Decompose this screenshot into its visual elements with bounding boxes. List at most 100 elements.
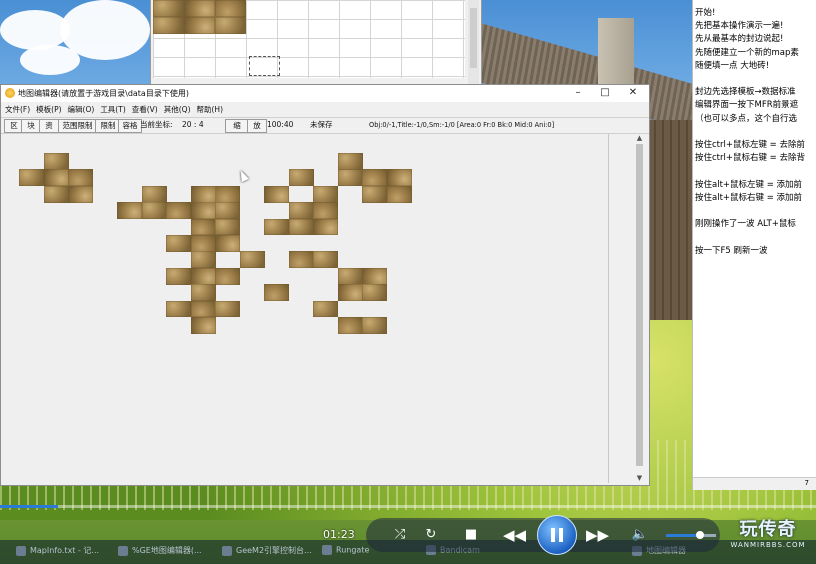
map-tile[interactable] bbox=[264, 218, 289, 236]
map-tile[interactable] bbox=[43, 169, 69, 187]
map-tile[interactable] bbox=[288, 169, 314, 187]
map-tile[interactable] bbox=[117, 202, 142, 220]
map-tile[interactable] bbox=[215, 218, 240, 236]
menu-item-1[interactable]: 模板(P) bbox=[36, 103, 61, 116]
pause-button[interactable] bbox=[537, 515, 577, 555]
map-tile[interactable] bbox=[313, 185, 338, 203]
menu-item-0[interactable]: 文件(F) bbox=[5, 103, 30, 116]
map-tile[interactable] bbox=[313, 251, 338, 269]
map-tile[interactable] bbox=[362, 267, 387, 285]
map-tile[interactable] bbox=[337, 267, 363, 285]
map-tile[interactable] bbox=[166, 300, 191, 318]
menu-item-4[interactable]: 查看(V) bbox=[132, 103, 158, 116]
map-tile[interactable] bbox=[337, 284, 363, 302]
map-tile[interactable] bbox=[68, 169, 93, 187]
map-tile[interactable] bbox=[337, 317, 363, 334]
map-tile[interactable] bbox=[68, 185, 93, 203]
map-tile[interactable] bbox=[166, 267, 191, 285]
map-tile[interactable] bbox=[239, 251, 265, 269]
map-tile[interactable] bbox=[288, 202, 314, 220]
seek-bar[interactable] bbox=[0, 505, 816, 508]
map-editor-window[interactable]: 地图编辑器(请放置于游戏目录\data目录下使用) – □ ✕ 文件(F) 模板(… bbox=[0, 84, 650, 486]
map-tile[interactable] bbox=[362, 317, 387, 334]
map-tile[interactable] bbox=[153, 0, 184, 17]
fast-forward-icon[interactable]: ▶▶ bbox=[586, 527, 609, 543]
menu-item-2[interactable]: 编辑(O) bbox=[68, 103, 95, 116]
maximize-button[interactable]: □ bbox=[592, 86, 618, 100]
stop-icon[interactable]: ■ bbox=[460, 527, 482, 543]
map-tile[interactable] bbox=[215, 185, 240, 203]
minimize-button[interactable]: – bbox=[565, 86, 591, 100]
map-tile[interactable] bbox=[288, 251, 314, 269]
map-tile[interactable] bbox=[215, 17, 246, 34]
map-tile[interactable] bbox=[215, 0, 246, 17]
map-tile[interactable] bbox=[166, 202, 191, 220]
range-limit-button[interactable]: 范围限制 bbox=[58, 119, 97, 133]
map-tile[interactable] bbox=[362, 185, 387, 203]
map-tile[interactable] bbox=[19, 169, 44, 187]
map-tile[interactable] bbox=[362, 284, 387, 302]
map-tile[interactable] bbox=[141, 185, 167, 203]
scroll-thumb[interactable] bbox=[470, 8, 477, 68]
map-tile[interactable] bbox=[190, 218, 216, 236]
map-tile[interactable] bbox=[43, 185, 69, 203]
zoom-in-button[interactable]: 放 bbox=[247, 119, 267, 133]
scroll-down-icon[interactable]: ▼ bbox=[633, 474, 646, 483]
map-tile[interactable] bbox=[153, 17, 184, 34]
map-tile[interactable] bbox=[190, 185, 216, 203]
scroll-up-icon[interactable]: ▲ bbox=[633, 134, 646, 143]
rewind-icon[interactable]: ◀◀ bbox=[503, 527, 526, 543]
taskbar-item[interactable]: Rungate bbox=[322, 545, 369, 555]
volume-slider[interactable] bbox=[666, 531, 716, 539]
map-tile[interactable] bbox=[288, 218, 314, 236]
map-tile[interactable] bbox=[190, 202, 216, 220]
map-tile[interactable] bbox=[264, 284, 289, 302]
taskbar-item[interactable]: GeeM2引擎控制台... bbox=[222, 545, 312, 556]
background-map-window[interactable] bbox=[150, 0, 482, 87]
map-tile[interactable] bbox=[190, 235, 216, 252]
map-canvas[interactable] bbox=[2, 134, 609, 483]
volume-icon[interactable]: 🔈 bbox=[629, 527, 651, 543]
menu-item-5[interactable]: 其他(Q) bbox=[164, 103, 191, 116]
map-tile[interactable] bbox=[313, 218, 338, 236]
background-map-grid[interactable] bbox=[153, 0, 465, 78]
map-tile[interactable] bbox=[362, 169, 387, 187]
volume-knob[interactable] bbox=[696, 531, 704, 539]
menu-item-3[interactable]: 工具(T) bbox=[100, 103, 125, 116]
resource-mode-button[interactable]: 资 bbox=[39, 119, 59, 133]
map-tile[interactable] bbox=[313, 300, 338, 318]
repeat-icon[interactable]: ↻ bbox=[420, 527, 442, 543]
map-tile[interactable] bbox=[43, 153, 69, 170]
map-tile[interactable] bbox=[190, 300, 216, 318]
map-tile[interactable] bbox=[386, 169, 412, 187]
scroll-thumb[interactable] bbox=[636, 144, 643, 466]
notepad-window[interactable]: 7 开始! 先把基本操作演示一遍! 先从最基本的封边说起! 先随便建立一个新的map素… bbox=[692, 0, 816, 490]
taskbar-item[interactable]: %GE地图编辑器(... bbox=[118, 545, 202, 556]
map-tile[interactable] bbox=[184, 0, 215, 17]
map-tile[interactable] bbox=[190, 284, 216, 302]
background-scrollbar[interactable] bbox=[468, 0, 479, 84]
map-tile[interactable] bbox=[190, 251, 216, 269]
map-tile[interactable] bbox=[190, 317, 216, 334]
map-tile[interactable] bbox=[184, 17, 215, 34]
grid-button[interactable]: 容格 bbox=[118, 119, 142, 133]
map-tile[interactable] bbox=[313, 202, 338, 220]
map-tile[interactable] bbox=[264, 185, 289, 203]
map-tile[interactable] bbox=[190, 267, 216, 285]
menu-item-6[interactable]: 帮助(H) bbox=[197, 103, 224, 116]
map-tile[interactable] bbox=[215, 235, 240, 252]
map-tile[interactable] bbox=[166, 235, 191, 252]
shuffle-icon[interactable]: ⤮ bbox=[389, 527, 411, 543]
vertical-scrollbar[interactable]: ▲ ▼ bbox=[633, 134, 646, 483]
taskbar-item[interactable]: MapInfo.txt - 记... bbox=[16, 545, 99, 556]
close-button[interactable]: ✕ bbox=[620, 86, 646, 100]
map-tile[interactable] bbox=[215, 300, 240, 318]
map-tile[interactable] bbox=[141, 202, 167, 220]
block-mode-button[interactable]: 块 bbox=[21, 119, 41, 133]
zoom-out-button[interactable]: 缩 bbox=[225, 119, 249, 133]
map-tile[interactable] bbox=[337, 169, 363, 187]
map-tile[interactable] bbox=[215, 202, 240, 220]
map-tile[interactable] bbox=[386, 185, 412, 203]
map-tile[interactable] bbox=[337, 153, 363, 170]
map-tile[interactable] bbox=[215, 267, 240, 285]
